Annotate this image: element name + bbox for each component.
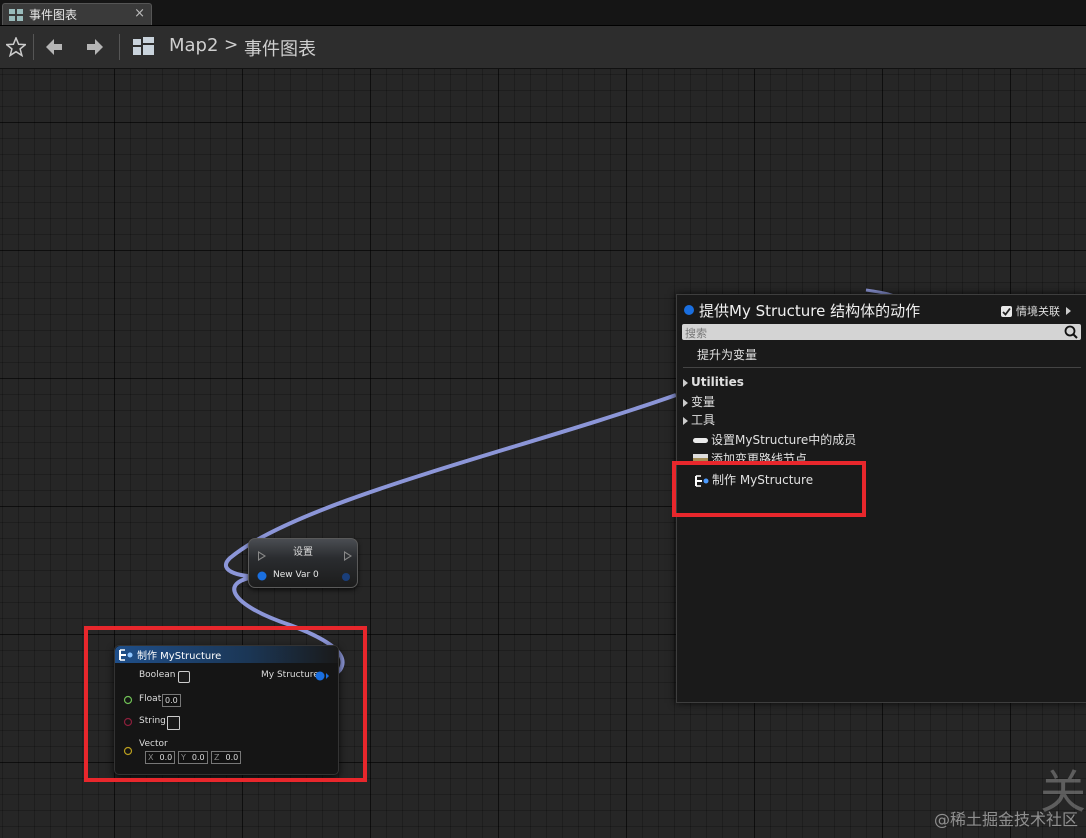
highlight-box-node bbox=[84, 626, 367, 782]
action-menu-title: 提供My Structure 结构体的动作 bbox=[699, 302, 921, 320]
menu-item-promote-variable[interactable]: 提升为变量 bbox=[697, 346, 757, 363]
exec-out-pin[interactable] bbox=[344, 551, 352, 561]
context-sensitive-toggle[interactable]: 情境关联 bbox=[1001, 303, 1074, 319]
expand-arrow-icon bbox=[683, 416, 688, 425]
menu-category-tools[interactable]: 工具 bbox=[683, 411, 715, 428]
set-node-pin-label: New Var 0 bbox=[273, 570, 319, 580]
search-icon bbox=[1064, 325, 1078, 339]
expand-arrow-icon bbox=[683, 378, 688, 387]
struct-type-icon bbox=[684, 305, 694, 315]
menu-category-variables[interactable]: 变量 bbox=[683, 393, 715, 410]
set-node[interactable]: 设置 New Var 0 bbox=[248, 538, 358, 588]
menu-divider bbox=[683, 367, 1081, 368]
search-input[interactable]: 搜索 bbox=[682, 324, 1081, 340]
menu-category-utilities[interactable]: Utilities bbox=[683, 375, 744, 389]
expand-arrow-icon bbox=[683, 398, 688, 407]
checkbox-checked-icon bbox=[1001, 305, 1012, 317]
struct-output-pin[interactable] bbox=[341, 572, 351, 582]
set-node-title: 设置 bbox=[293, 547, 313, 558]
search-placeholder: 搜索 bbox=[685, 327, 707, 340]
set-members-icon bbox=[693, 437, 708, 443]
context-sensitive-label: 情境关联 bbox=[1016, 305, 1060, 318]
chevron-right-icon bbox=[1066, 307, 1071, 315]
struct-input-pin[interactable] bbox=[257, 571, 269, 581]
menu-item-set-members[interactable]: 设置MyStructure中的成员 bbox=[693, 431, 856, 448]
highlight-box-menu-item bbox=[672, 461, 866, 517]
watermark: @稀土掘金技术社区 bbox=[933, 810, 1078, 829]
